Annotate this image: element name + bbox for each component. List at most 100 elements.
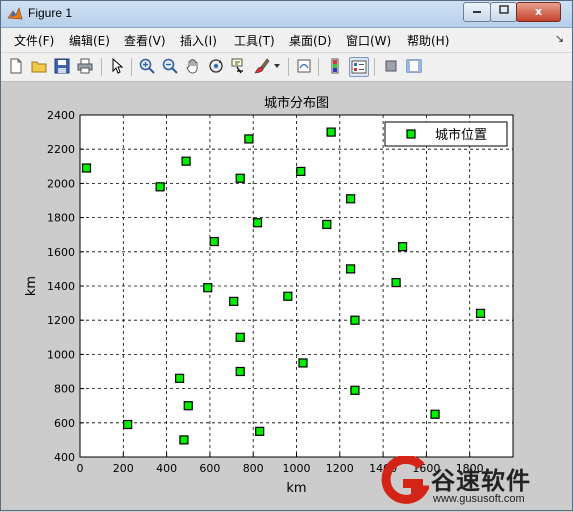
city-marker[interactable] [350,385,360,395]
gususoft-logo-icon [381,454,432,504]
menu-file[interactable]: 文件(F) [14,32,54,49]
x-tick-label: 400 [156,462,177,475]
city-marker[interactable] [322,219,332,230]
open-file-icon [31,61,47,73]
watermark-brand: 谷速软件 [431,467,531,495]
save-icon [54,58,70,74]
y-tick-label: 1000 [47,348,75,361]
colorbar-button[interactable] [326,57,344,75]
show-plot-tools-button[interactable] [405,57,423,75]
rotate-3d-icon [209,59,223,73]
close-icon: x [534,5,543,18]
city-marker[interactable] [203,283,213,293]
y-tick-label: 2400 [47,109,75,122]
brush-button[interactable] [253,57,271,75]
y-tick-label: 800 [54,383,75,396]
y-tick-label: 1800 [47,212,75,225]
city-marker[interactable] [326,127,336,137]
scatter-chart: 城市分布图 0 200 400 600 800 1000 1200 1400 1600 1800 4… [24,95,514,496]
city-marker[interactable] [235,366,245,377]
x-tick-label: 1200 [326,462,354,475]
city-marker[interactable] [298,358,308,368]
toolbar-separator [131,58,132,76]
x-tick-label: 0 [77,462,84,475]
city-marker[interactable] [209,236,219,247]
minimize-button[interactable] [463,2,491,22]
menu-insert[interactable]: 插入(I) [180,32,217,49]
x-tick-label: 600 [199,462,220,475]
pan-button[interactable] [184,57,202,75]
figure-canvas: 城市分布图 0 200 400 600 800 1000 1200 1400 1600 1800 4… [1,82,572,510]
city-marker[interactable] [430,409,440,419]
menu-help[interactable]: 帮助(H) [407,32,449,49]
menu-window[interactable]: 窗口(W) [346,32,391,49]
y-tick-label: 1600 [47,246,75,259]
menu-view[interactable]: 查看(V) [124,32,166,49]
save-button[interactable] [53,57,71,75]
city-marker[interactable] [283,291,293,301]
city-marker[interactable] [475,308,486,318]
close-button[interactable]: x [516,2,561,22]
x-tick-label: 1000 [283,462,311,475]
legend[interactable]: 城市位置 [384,121,508,147]
y-axis-label: km [24,276,39,296]
city-marker[interactable] [397,242,408,252]
link-plot-button[interactable] [295,57,313,75]
city-marker[interactable] [183,401,193,411]
city-marker[interactable] [181,156,191,166]
city-marker[interactable] [229,296,239,306]
city-marker[interactable] [179,435,189,445]
x-tick-label: 800 [243,462,264,475]
city-marker[interactable] [155,182,165,192]
city-marker[interactable] [255,426,265,436]
print-icon [77,58,93,74]
window-title: Figure 1 [28,6,73,20]
select-arrow-button[interactable] [108,57,126,75]
city-marker[interactable] [244,134,254,144]
city-marker[interactable] [235,173,245,183]
city-marker[interactable] [252,218,263,228]
city-marker[interactable] [350,315,360,325]
hide-plot-tools-button[interactable] [382,57,400,75]
x-axis-label: km [286,481,306,496]
data-cursor-icon [231,58,243,74]
pan-hand-icon [186,59,198,74]
city-marker[interactable] [346,264,356,274]
menu-edit[interactable]: 编辑(E) [69,32,110,49]
menu-bar: 文件(F) 编辑(E) 查看(V) 插入(I) 工具(T) 桌面(D) 窗口(W… [1,28,572,53]
zoom-out-button[interactable] [161,57,179,75]
open-file-button[interactable] [30,57,48,75]
rotate-3d-button[interactable] [207,57,225,75]
legend-icon [351,60,367,74]
city-marker[interactable] [346,194,356,204]
y-tick-label: 2200 [47,143,75,156]
print-button[interactable] [76,57,94,75]
y-tick-label: 1200 [47,314,75,327]
maximize-button[interactable] [490,2,517,22]
toolbar-separator [318,58,319,76]
dock-arrow-icon[interactable]: ↘ [555,32,564,45]
legend-button[interactable] [349,57,369,77]
city-marker[interactable] [296,166,306,177]
menu-tools[interactable]: 工具(T) [234,32,275,49]
y-tick-label: 1400 [47,280,75,293]
show-plot-tools-icon [406,59,422,73]
zoom-in-icon [139,58,155,74]
brush-dropdown[interactable] [271,57,283,75]
zoom-out-icon [162,58,178,74]
city-marker[interactable] [123,419,133,430]
minimize-icon [473,11,481,13]
title-bar: Figure 1 x [1,1,572,28]
data-cursor-button[interactable] [230,57,248,75]
city-marker[interactable] [391,277,401,288]
colorbar-icon [331,58,339,74]
zoom-in-button[interactable] [138,57,156,75]
link-plot-icon [297,59,311,73]
new-figure-button[interactable] [7,57,25,75]
city-marker[interactable] [235,332,245,342]
toolbar-separator [288,58,289,76]
city-marker[interactable] [174,373,185,383]
menu-desktop[interactable]: 桌面(D) [289,32,332,49]
select-arrow-icon [112,58,124,74]
city-marker[interactable] [81,163,92,173]
